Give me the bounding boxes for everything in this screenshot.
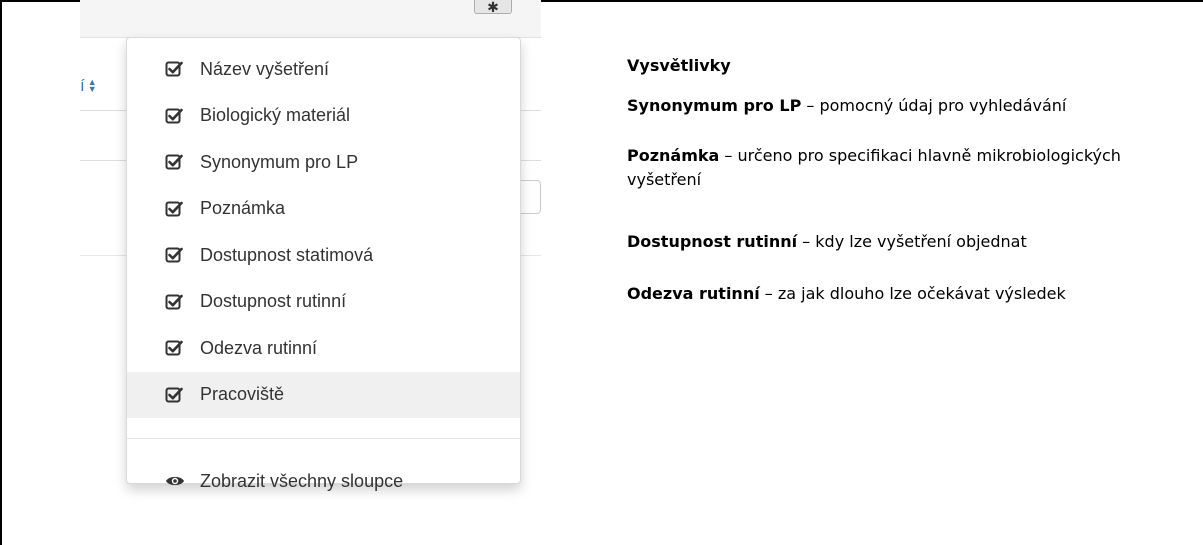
legend-heading: Vysvětlivky	[627, 56, 731, 75]
sort-icon[interactable]: ▲ ▼	[88, 78, 97, 94]
legend-term: Poznámka	[627, 146, 720, 165]
column-toggle-label: Synonymum pro LP	[200, 151, 359, 172]
column-toggle-label: Pracoviště	[200, 384, 285, 405]
column-header-label: í	[80, 76, 85, 95]
eye-icon	[166, 476, 184, 486]
legend-entry: Odezva rutinní – za jak dlouho lze očeká…	[627, 282, 1066, 306]
legend-text: – za jak dlouho lze očekávat výsledek	[759, 284, 1066, 303]
column-toggle-item[interactable]: Název vyšetření	[127, 46, 520, 93]
checkbox-checked-icon[interactable]	[165, 60, 183, 78]
column-header[interactable]: í ▲ ▼	[80, 76, 97, 96]
show-all-columns-item[interactable]: Zobrazit všechny sloupce	[127, 447, 520, 515]
checkbox-checked-icon[interactable]	[165, 107, 183, 125]
column-settings-button[interactable]: ✱	[474, 0, 512, 14]
column-toggle-item[interactable]: Synonymum pro LP	[127, 139, 520, 186]
legend-entry: Poznámka – určeno pro specifikaci hlavně…	[627, 144, 1147, 192]
legend-entry: Synonymum pro LP – pomocný údaj pro vyhl…	[627, 94, 1066, 118]
column-toggle-label: Poznámka	[200, 198, 286, 219]
column-toggle-label: Odezva rutinní	[200, 337, 318, 358]
menu-divider	[127, 438, 520, 439]
column-toggle-item[interactable]: Dostupnost statimová	[127, 232, 520, 279]
legend-text: – kdy lze vyšetření objednat	[797, 232, 1027, 251]
column-toggle-item[interactable]: Biologický materiál	[127, 93, 520, 140]
column-toggle-item[interactable]: Poznámka	[127, 186, 520, 233]
checkbox-checked-icon[interactable]	[165, 293, 183, 311]
checkbox-checked-icon[interactable]	[165, 200, 183, 218]
column-toggle-item[interactable]: Pracoviště	[127, 371, 520, 418]
checkbox-checked-icon[interactable]	[165, 386, 183, 404]
checkbox-checked-icon[interactable]	[165, 153, 183, 171]
legend-text: – pomocný údaj pro vyhledávání	[801, 96, 1067, 115]
table-toolbar: ✱	[80, 0, 541, 38]
legend-term: Synonymum pro LP	[627, 96, 802, 115]
filter-input[interactable]	[518, 180, 541, 214]
legend-panel: Vysvětlivky Synonymum pro LP – pomocný ú…	[627, 52, 1203, 303]
checkbox-checked-icon[interactable]	[165, 339, 183, 357]
legend-entry: Dostupnost rutinní – kdy lze vyšetření o…	[627, 230, 1027, 254]
column-toggle-item[interactable]: Dostupnost rutinní	[127, 279, 520, 326]
gear-icon: ✱	[487, 0, 499, 15]
legend-term: Odezva rutinní	[627, 284, 760, 303]
column-toggle-label: Dostupnost statimová	[200, 244, 374, 265]
column-toggle-item[interactable]: Odezva rutinní	[127, 325, 520, 372]
column-toggle-label: Název vyšetření	[200, 58, 330, 79]
frame-top-border	[552, 0, 1203, 2]
legend-term: Dostupnost rutinní	[627, 232, 798, 251]
show-all-columns-label: Zobrazit všechny sloupce	[200, 470, 404, 491]
column-toggle-label: Biologický materiál	[200, 105, 351, 126]
column-visibility-menu: Název vyšetření Biologický materiál Synony…	[126, 37, 521, 491]
column-toggle-label: Dostupnost rutinní	[200, 291, 347, 312]
checkbox-checked-icon[interactable]	[165, 246, 183, 264]
